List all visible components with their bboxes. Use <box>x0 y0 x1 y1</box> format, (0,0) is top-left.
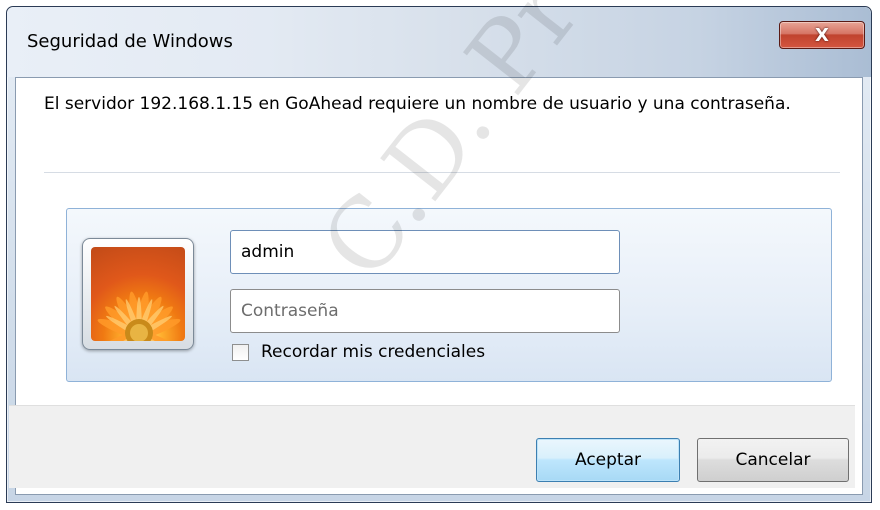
remember-checkbox[interactable] <box>232 343 249 361</box>
divider <box>44 172 840 173</box>
password-input[interactable] <box>230 289 620 333</box>
close-button[interactable]: X <box>779 21 865 49</box>
ok-button[interactable]: Aceptar <box>536 438 680 482</box>
remember-credentials-row[interactable]: Recordar mis credenciales <box>232 342 485 362</box>
flower-icon <box>91 247 185 341</box>
user-tile <box>82 238 194 350</box>
auth-message: El servidor 192.168.1.15 en GoAhead requ… <box>44 94 791 114</box>
dialog-title: Seguridad de Windows <box>27 31 233 52</box>
title-bar[interactable]: Seguridad de Windows X <box>7 7 871 77</box>
close-icon: X <box>815 24 829 46</box>
cancel-button[interactable]: Cancelar <box>697 438 849 482</box>
remember-label[interactable]: Recordar mis credenciales <box>261 342 485 362</box>
username-input[interactable] <box>230 230 620 274</box>
